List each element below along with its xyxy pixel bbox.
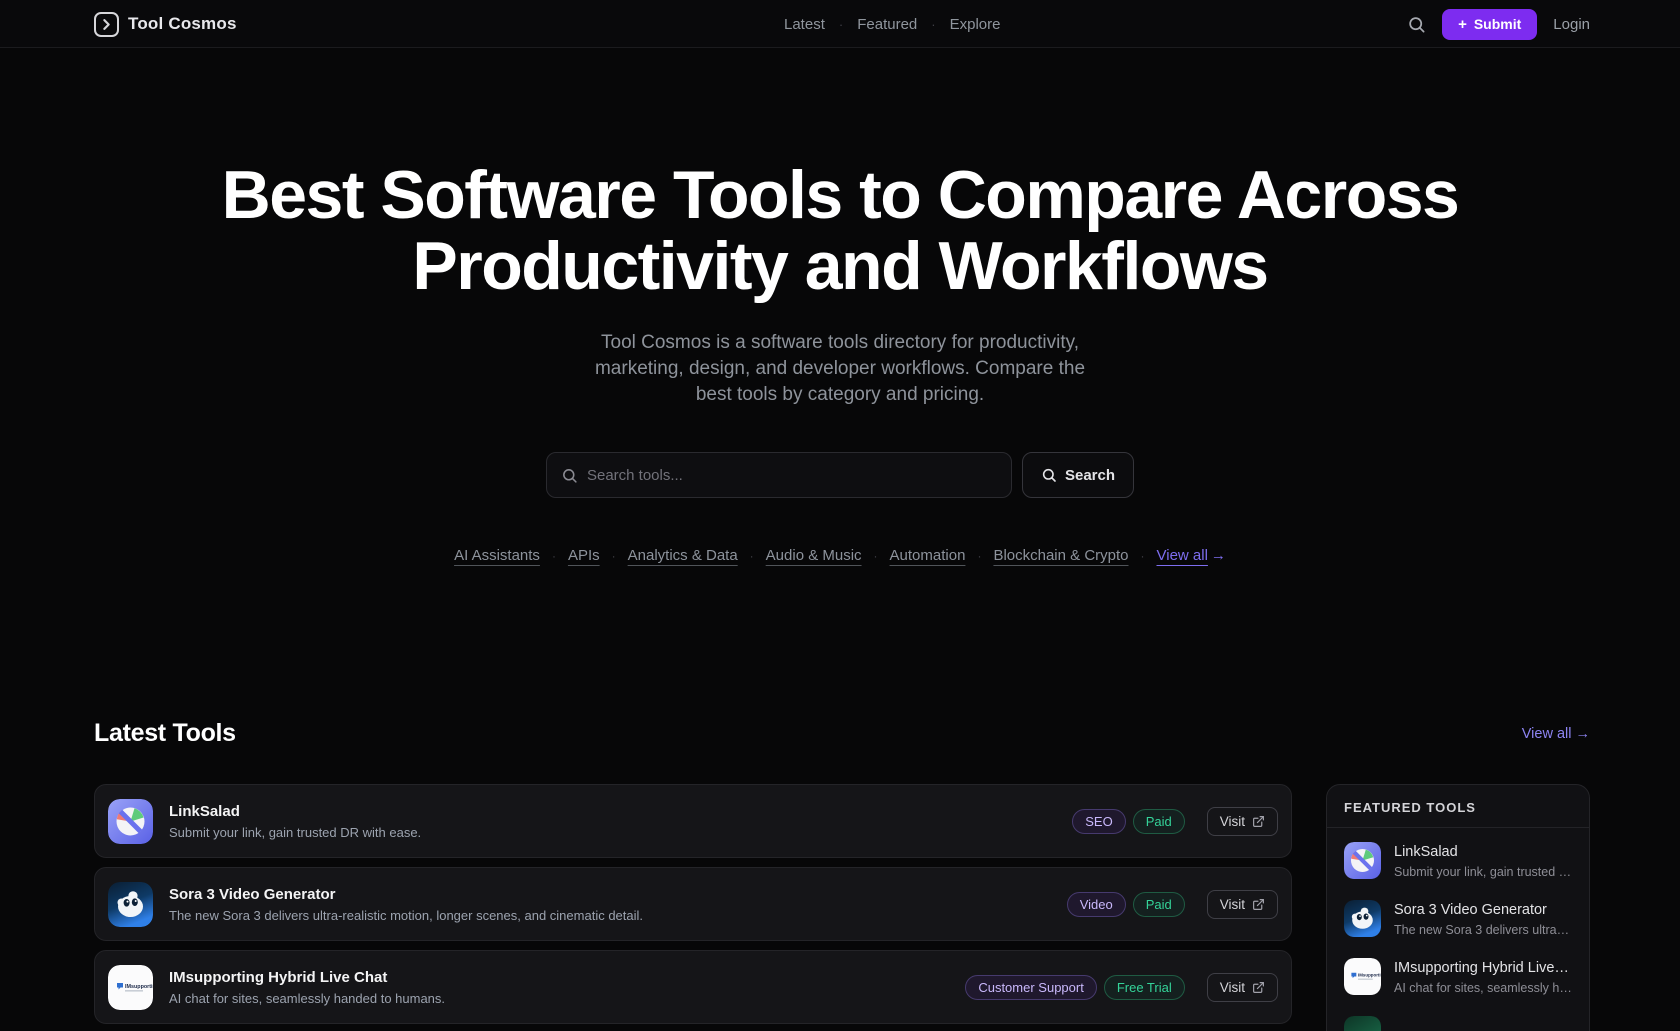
brand-logo[interactable]: Tool Cosmos bbox=[94, 12, 237, 37]
latest-tools-heading: Latest Tools bbox=[94, 719, 236, 748]
dot-separator: · bbox=[612, 549, 616, 563]
category-link-apis[interactable]: APIs bbox=[568, 547, 600, 564]
hero-section: Best Software Tools to Compare Across Pr… bbox=[0, 48, 1680, 564]
tool-name: Sora 3 Video Generator bbox=[169, 886, 643, 903]
hero-search-row: Search bbox=[0, 452, 1680, 498]
imsupporting-logo-icon: IMsupporting bbox=[108, 965, 153, 1010]
view-all-label: View all bbox=[1157, 547, 1208, 564]
submit-label: Submit bbox=[1474, 16, 1521, 32]
pricing-badge[interactable]: Paid bbox=[1133, 809, 1185, 834]
tool-name: IMsupporting Hybrid Live Chat bbox=[169, 969, 445, 986]
featured-item-partial[interactable] bbox=[1344, 1016, 1572, 1031]
featured-item-imsupporting[interactable]: IMsupporting IMsupporting Hybrid Live Ch… bbox=[1344, 958, 1572, 995]
featured-item-sora-3-video-generator[interactable]: Sora 3 Video Generator The new Sora 3 de… bbox=[1344, 900, 1572, 937]
arrow-right-icon: → bbox=[1576, 726, 1591, 742]
search-input[interactable] bbox=[587, 467, 997, 484]
sora-logo-icon bbox=[1344, 900, 1381, 937]
categories-view-all-link[interactable]: View all→ bbox=[1157, 547, 1226, 564]
submit-button[interactable]: + Submit bbox=[1442, 9, 1537, 40]
linksalad-logo-icon bbox=[108, 799, 153, 844]
visit-label: Visit bbox=[1220, 897, 1245, 912]
nav-featured[interactable]: Featured bbox=[857, 16, 917, 33]
category-link-blockchain-crypto[interactable]: Blockchain & Crypto bbox=[993, 547, 1128, 564]
plus-icon: + bbox=[1458, 16, 1467, 33]
nav-separator: · bbox=[839, 17, 843, 32]
brand-name: Tool Cosmos bbox=[128, 14, 237, 34]
visit-button[interactable]: Visit bbox=[1207, 973, 1278, 1002]
dot-separator: · bbox=[874, 549, 878, 563]
hero-subtitle: Tool Cosmos is a software tools director… bbox=[580, 330, 1100, 409]
featured-tool-description: AI chat for sites, seamlessly handed to … bbox=[1394, 981, 1572, 995]
search-icon bbox=[561, 467, 578, 484]
category-badge[interactable]: SEO bbox=[1072, 809, 1125, 834]
header-search-icon[interactable] bbox=[1407, 15, 1426, 34]
nav-latest[interactable]: Latest bbox=[784, 16, 825, 33]
tool-logo-icon bbox=[1344, 1016, 1381, 1031]
category-badge[interactable]: Video bbox=[1067, 892, 1126, 917]
search-button-label: Search bbox=[1065, 467, 1115, 484]
category-link-audio-music[interactable]: Audio & Music bbox=[766, 547, 862, 564]
category-links-row: AI Assistants · APIs · Analytics & Data … bbox=[0, 547, 1680, 564]
linksalad-logo-icon bbox=[1344, 842, 1381, 879]
latest-view-all-link[interactable]: View all → bbox=[1522, 726, 1590, 742]
tool-card-imsupporting-hybrid-live-chat[interactable]: IMsupporting IMsupporting Hybrid Live Ch… bbox=[94, 950, 1292, 1024]
visit-label: Visit bbox=[1220, 980, 1245, 995]
dot-separator: · bbox=[1141, 549, 1145, 563]
featured-tools-panel: FEATURED TOOLS LinkSalad Submit your lin… bbox=[1326, 784, 1590, 1031]
imsupporting-logo-icon: IMsupporting bbox=[1344, 958, 1381, 995]
featured-item-linksalad[interactable]: LinkSalad Submit your link, gain trusted… bbox=[1344, 842, 1572, 879]
chevron-box-icon bbox=[94, 12, 119, 37]
arrow-right-icon: → bbox=[1211, 547, 1226, 564]
external-link-icon bbox=[1252, 898, 1265, 911]
dot-separator: · bbox=[750, 549, 754, 563]
featured-tool-description: Submit your link, gain trusted DR with e… bbox=[1394, 865, 1572, 879]
featured-tool-name: IMsupporting Hybrid Live Chat bbox=[1394, 960, 1572, 976]
pricing-badge[interactable]: Free Trial bbox=[1104, 975, 1185, 1000]
tool-description: The new Sora 3 delivers ultra-realistic … bbox=[169, 908, 643, 923]
nav-separator: · bbox=[931, 17, 935, 32]
featured-tool-name: Sora 3 Video Generator bbox=[1394, 902, 1572, 918]
hero-title: Best Software Tools to Compare Across Pr… bbox=[0, 160, 1680, 303]
latest-tools-section: Latest Tools View all → LinkSalad Submit… bbox=[94, 719, 1590, 1031]
tool-description: AI chat for sites, seamlessly handed to … bbox=[169, 991, 445, 1006]
featured-tool-name: LinkSalad bbox=[1394, 844, 1572, 860]
tool-card-linksalad[interactable]: LinkSalad Submit your link, gain trusted… bbox=[94, 784, 1292, 858]
visit-label: Visit bbox=[1220, 814, 1245, 829]
search-input-wrapper bbox=[546, 452, 1012, 498]
login-link[interactable]: Login bbox=[1553, 16, 1590, 33]
visit-button[interactable]: Visit bbox=[1207, 890, 1278, 919]
dot-separator: · bbox=[552, 549, 556, 563]
svg-text:IMsupporting: IMsupporting bbox=[125, 984, 153, 990]
category-badge[interactable]: Customer Support bbox=[965, 975, 1097, 1000]
featured-tools-heading: FEATURED TOOLS bbox=[1327, 785, 1589, 828]
top-bar: Tool Cosmos Latest · Featured · Explore … bbox=[0, 0, 1680, 48]
view-all-label: View all bbox=[1522, 726, 1572, 742]
hero-title-line1: Best Software Tools to Compare Across bbox=[222, 157, 1459, 233]
pricing-badge[interactable]: Paid bbox=[1133, 892, 1185, 917]
category-link-automation[interactable]: Automation bbox=[890, 547, 966, 564]
hero-title-line2: Productivity and Workflows bbox=[412, 228, 1267, 304]
dot-separator: · bbox=[977, 549, 981, 563]
search-icon bbox=[1041, 467, 1057, 483]
sora-logo-icon bbox=[108, 882, 153, 927]
svg-text:IMsupporting: IMsupporting bbox=[1358, 973, 1381, 978]
nav-explore[interactable]: Explore bbox=[950, 16, 1001, 33]
main-nav: Latest · Featured · Explore bbox=[784, 16, 1000, 33]
tool-name: LinkSalad bbox=[169, 803, 421, 820]
external-link-icon bbox=[1252, 981, 1265, 994]
featured-tool-description: The new Sora 3 delivers ultra-realistic … bbox=[1394, 923, 1572, 937]
tool-card-list: LinkSalad Submit your link, gain trusted… bbox=[94, 784, 1292, 1031]
visit-button[interactable]: Visit bbox=[1207, 807, 1278, 836]
tool-card-sora-3-video-generator[interactable]: Sora 3 Video Generator The new Sora 3 de… bbox=[94, 867, 1292, 941]
tool-description: Submit your link, gain trusted DR with e… bbox=[169, 825, 421, 840]
category-link-ai-assistants[interactable]: AI Assistants bbox=[454, 547, 540, 564]
external-link-icon bbox=[1252, 815, 1265, 828]
category-link-analytics-data[interactable]: Analytics & Data bbox=[628, 547, 738, 564]
search-button[interactable]: Search bbox=[1022, 452, 1134, 498]
